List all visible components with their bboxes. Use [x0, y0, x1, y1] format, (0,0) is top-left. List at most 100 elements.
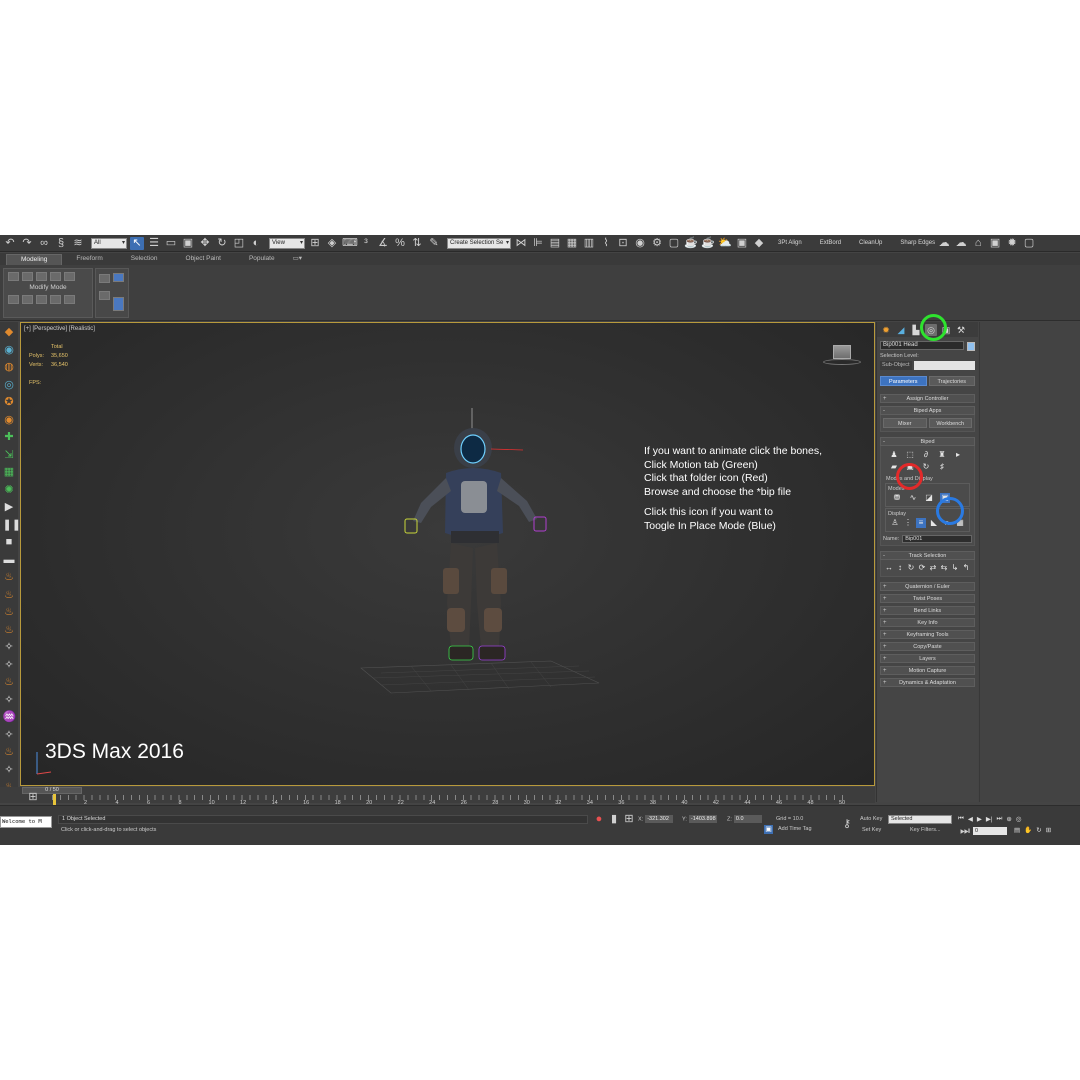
isolate-selection-icon[interactable]: ● [592, 813, 606, 826]
unlink-icon[interactable]: § [54, 237, 68, 250]
rendered-frame-icon[interactable]: ▢ [667, 237, 681, 250]
next-frame-icon[interactable]: ▶| [986, 815, 993, 823]
render-icon[interactable]: ☕ [684, 237, 698, 250]
modify-tab-icon[interactable]: ◢ [895, 324, 907, 336]
mixer-mode-icon[interactable]: ♜ [937, 450, 947, 460]
bind-space-warp-icon[interactable]: ≋ [71, 237, 85, 250]
mirror-icon[interactable]: ⋈ [514, 237, 528, 250]
helpers-icon[interactable]: ◉ [3, 414, 16, 427]
fire-icon-1[interactable]: ♨ [3, 571, 16, 584]
footstep-mode-icon[interactable]: ⬚ [905, 450, 915, 460]
box-icon[interactable]: ▢ [1022, 237, 1036, 250]
ribbon-toggle-icon[interactable]: ▥ [582, 237, 596, 250]
move-all-mode-icon[interactable]: ♯ [937, 462, 947, 472]
motion-flow-icon[interactable]: ∂ [921, 450, 931, 460]
undo-icon[interactable]: ↶ [3, 237, 17, 250]
scene-explorer-icon[interactable]: ▦ [565, 237, 579, 250]
viewcube[interactable] [823, 343, 861, 365]
rotate-icon[interactable]: ↻ [215, 237, 229, 250]
3pt-align-button[interactable]: 3Pt Align [778, 240, 802, 246]
viewcube-ring[interactable] [823, 359, 861, 365]
body-vertical-icon[interactable]: ↕ [895, 563, 905, 573]
mini-curve-editor-icon[interactable]: ⊞ [26, 791, 40, 804]
keyframing-tools-rollout[interactable]: Keyframing Tools [880, 630, 975, 639]
bend-links-rollout[interactable]: Bend Links [880, 606, 975, 615]
spacewarps-icon[interactable]: ✚ [3, 431, 16, 444]
fire-icon-6[interactable]: ♨ [3, 746, 16, 759]
geometry-icon[interactable]: ◉ [3, 344, 16, 357]
copy-paste-rollout[interactable]: Copy/Paste [880, 642, 975, 651]
align-icon[interactable]: ⊫ [531, 237, 545, 250]
modifier-icon-3[interactable] [36, 295, 47, 304]
create-tab-icon[interactable]: ✹ [880, 324, 892, 336]
workbench-button[interactable]: Workbench [928, 418, 972, 428]
sub-object-field[interactable] [913, 361, 975, 370]
cleanup-button[interactable]: CleanUp [859, 240, 882, 246]
key-filters-button[interactable]: Key Filters... [910, 827, 941, 833]
keyboard-shortcut-icon[interactable]: ⌨ [342, 237, 358, 250]
layers-rollout[interactable]: Layers [880, 654, 975, 663]
shapes-icon[interactable]: ◍ [3, 361, 16, 374]
cameras-icon[interactable]: ✪ [3, 396, 16, 409]
pan-icon[interactable]: ✋ [1024, 826, 1032, 834]
figure-mode-icon[interactable]: ♟ [889, 450, 899, 460]
tool-icon[interactable]: ⌂ [971, 237, 985, 250]
fire-icon-3[interactable]: ♨ [3, 606, 16, 619]
x-field[interactable]: -321.302 [645, 815, 674, 823]
systems-icon[interactable]: ⇲ [3, 449, 16, 462]
zoom-extents-icon[interactable]: ⊕ [1006, 815, 1011, 823]
time-config-icon[interactable]: ▤ [1014, 826, 1020, 834]
assign-controller-rollout[interactable]: Assign Controller [880, 394, 975, 403]
named-selection-dropdown[interactable]: Create Selection Se [447, 237, 511, 249]
quaternion-euler-rollout[interactable]: Quaternion / Euler [880, 582, 975, 591]
tool-icon-3[interactable]: ✧ [3, 694, 16, 707]
render-setup-icon[interactable]: ⚙ [650, 237, 664, 250]
smooth-icon[interactable]: ☁ [937, 237, 951, 250]
render-online-icon[interactable]: ⛅ [718, 237, 732, 250]
burst-icon[interactable]: ✺ [3, 484, 16, 497]
scale-stride-icon[interactable]: ◪ [924, 493, 934, 503]
select-by-name-icon[interactable]: ☰ [147, 237, 161, 250]
place-icon[interactable]: ◐ [249, 237, 263, 250]
fire-icon-4[interactable]: ♨ [3, 624, 16, 637]
pivot-center-icon[interactable]: ⊞ [308, 237, 322, 250]
sharp-edges-button[interactable]: Sharp Edges [900, 240, 935, 246]
fire-icon-2[interactable]: ♨ [3, 589, 16, 602]
edge-icon[interactable] [22, 272, 33, 281]
orbit-icon[interactable]: ↻ [1036, 826, 1041, 834]
tool-icon-5[interactable]: ✧ [3, 764, 16, 777]
go-to-start-icon[interactable]: ⏮ [958, 815, 964, 823]
buffer-mode-icon[interactable]: ⛃ [892, 493, 902, 503]
edit-named-selections-icon[interactable]: ✎ [427, 237, 441, 250]
biped-rollout[interactable]: Biped [880, 437, 975, 446]
tool-icon-2[interactable]: ✧ [3, 659, 16, 672]
create-icon[interactable]: ◆ [3, 326, 16, 339]
render-region-icon[interactable]: ▣ [735, 237, 749, 250]
body-rotation-icon[interactable]: ↻ [906, 563, 916, 573]
vertex-icon[interactable] [8, 272, 19, 281]
y-field[interactable]: -1403.898 [688, 815, 717, 823]
maximize-viewport-icon[interactable]: ⊞ [1046, 826, 1051, 834]
side-icon-3[interactable] [99, 291, 110, 300]
object-name-field[interactable]: Bip001 Head [880, 341, 964, 350]
select-manipulate-icon[interactable]: ◈ [325, 237, 339, 250]
render-iterative-icon[interactable]: ☕ [701, 237, 715, 250]
script-tool-icon[interactable]: ◆ [752, 237, 766, 250]
track-selection-rollout[interactable]: Track Selection [880, 551, 975, 560]
twist-links-icon[interactable]: ≡ [916, 518, 926, 528]
sub-object-button[interactable]: Sub-Object [880, 361, 912, 370]
link-icon[interactable]: ∞ [37, 237, 51, 250]
current-frame-field[interactable]: 0 [973, 827, 1007, 835]
show-footsteps-icon[interactable]: ⋮ [903, 518, 913, 528]
motion-capture-rollout[interactable]: Motion Capture [880, 666, 975, 675]
field-of-view-icon[interactable]: ◎ [1016, 815, 1022, 823]
key-info-rollout[interactable]: Key Info [880, 618, 975, 627]
modifier-icon-2[interactable] [22, 295, 33, 304]
selection-lock-icon[interactable]: ▮ [607, 813, 621, 826]
modifier-icon-1[interactable] [8, 295, 19, 304]
selection-region-icon[interactable]: ▭ [164, 237, 178, 250]
rubber-band-mode-icon[interactable]: ∿ [908, 493, 918, 503]
mixer-button[interactable]: Mixer [883, 418, 927, 428]
trash-icon[interactable]: ▬ [3, 554, 16, 567]
lock-com-icon[interactable]: ⟳ [917, 563, 927, 573]
